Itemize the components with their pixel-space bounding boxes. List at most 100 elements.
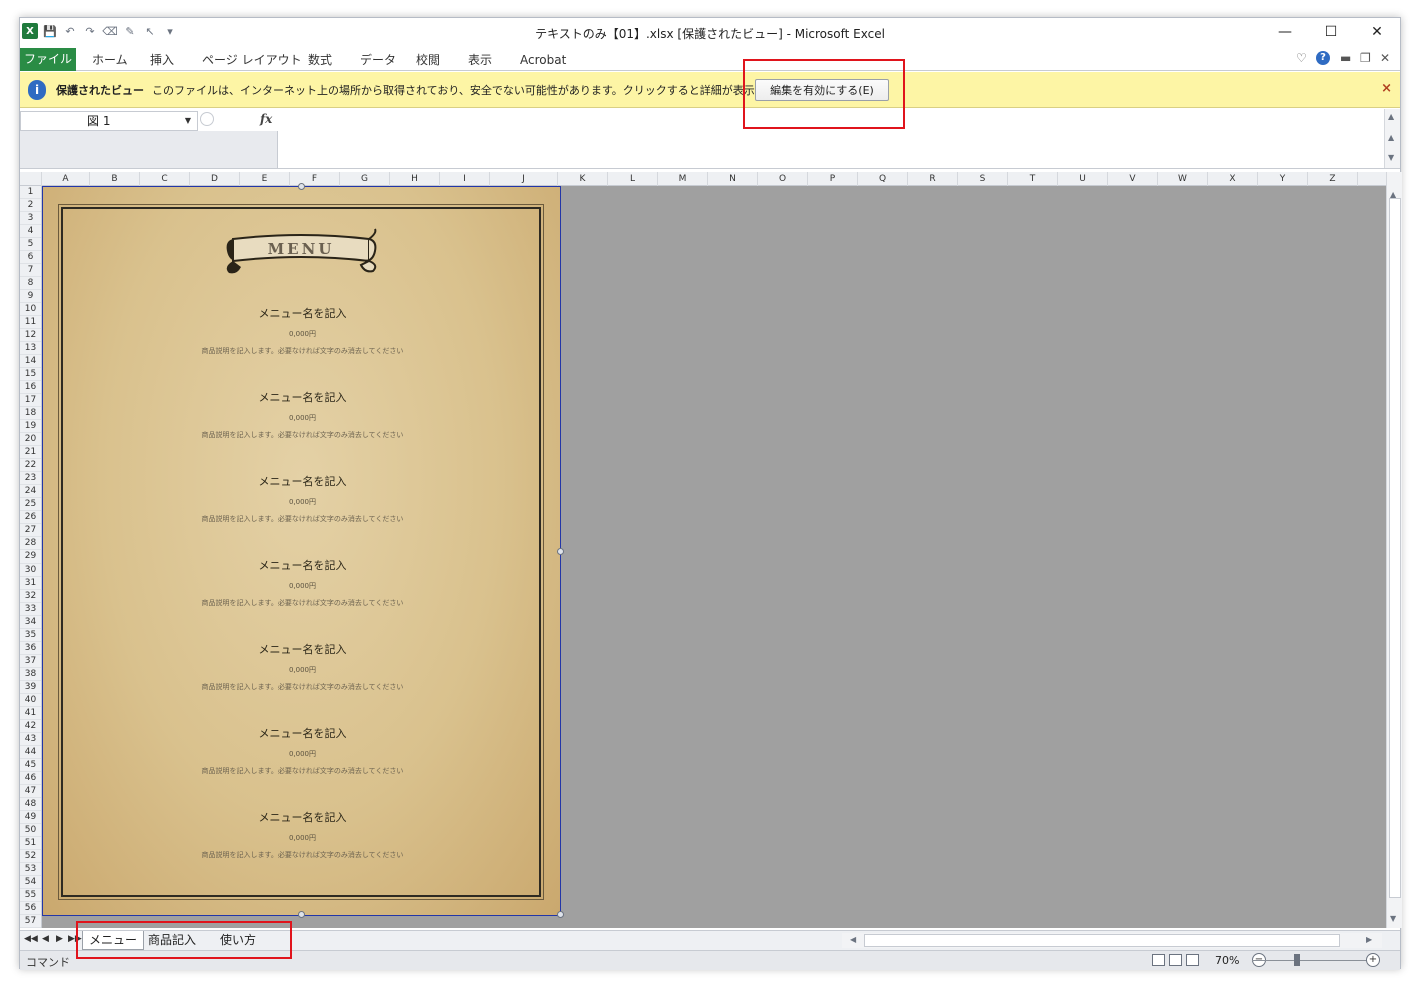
row-header[interactable]: 21 <box>20 446 41 460</box>
scroll-mid-icon[interactable]: ▲ <box>1388 133 1394 142</box>
row-header[interactable]: 28 <box>20 537 41 551</box>
column-header-x[interactable]: X <box>1208 172 1258 186</box>
chevron-down-icon[interactable]: ▼ <box>185 112 191 130</box>
minimize-button[interactable]: — <box>1262 18 1308 46</box>
scroll-left-icon[interactable]: ◀ <box>850 935 856 944</box>
column-header-o[interactable]: O <box>758 172 808 186</box>
column-header-p[interactable]: P <box>808 172 858 186</box>
column-header-e[interactable]: E <box>240 172 290 186</box>
row-header[interactable]: 33 <box>20 603 41 616</box>
column-header-c[interactable]: C <box>140 172 190 186</box>
row-header[interactable]: 5 <box>20 238 41 252</box>
row-header[interactable]: 9 <box>20 290 41 304</box>
page-break-view-icon[interactable] <box>1186 954 1199 966</box>
row-header[interactable]: 35 <box>20 629 41 642</box>
column-header-g[interactable]: G <box>340 172 390 186</box>
row-header[interactable]: 23 <box>20 472 41 486</box>
zoom-in-icon[interactable]: + <box>1366 953 1380 967</box>
row-header[interactable]: 19 <box>20 420 41 434</box>
column-header-r[interactable]: R <box>908 172 958 186</box>
row-header[interactable]: 52 <box>20 850 41 863</box>
row-header[interactable]: 49 <box>20 811 41 824</box>
row-header[interactable]: 26 <box>20 511 41 525</box>
column-header-j[interactable]: J <box>490 172 558 186</box>
row-header[interactable]: 14 <box>20 355 41 369</box>
worksheet-area[interactable]: MENU メニュー名を記入 0,000円 商品説明を記入します。必要なければ文字のみ… <box>42 183 1386 928</box>
row-header[interactable]: 56 <box>20 902 41 915</box>
menu-image[interactable]: MENU メニュー名を記入 0,000円 商品説明を記入します。必要なければ文字のみ… <box>42 186 561 916</box>
row-header[interactable]: 29 <box>20 550 41 564</box>
close-button[interactable]: ✕ <box>1354 18 1400 46</box>
row-header[interactable]: 17 <box>20 394 41 408</box>
scroll-up-icon[interactable]: ▲ <box>1388 112 1394 121</box>
column-header-y[interactable]: Y <box>1258 172 1308 186</box>
row-header[interactable]: 1 <box>20 186 41 200</box>
help-icon[interactable]: ? <box>1316 51 1330 65</box>
row-header[interactable]: 39 <box>20 681 41 694</box>
column-header-a[interactable]: A <box>42 172 90 186</box>
row-header[interactable]: 55 <box>20 889 41 902</box>
row-header[interactable]: 6 <box>20 251 41 265</box>
tab-insert[interactable]: 挿入 <box>146 49 178 71</box>
tab-data[interactable]: データ <box>356 49 400 71</box>
row-header[interactable]: 32 <box>20 590 41 603</box>
tab-review[interactable]: 校閲 <box>412 49 444 71</box>
row-header[interactable]: 16 <box>20 381 41 395</box>
row-header[interactable]: 27 <box>20 524 41 538</box>
name-box[interactable]: 図 1 ▼ <box>20 111 198 131</box>
row-header[interactable]: 43 <box>20 733 41 746</box>
row-header[interactable]: 34 <box>20 616 41 629</box>
row-header[interactable]: 57 <box>20 915 41 928</box>
row-header[interactable]: 51 <box>20 837 41 850</box>
maximize-button[interactable]: ☐ <box>1308 18 1354 46</box>
zoom-slider[interactable] <box>1252 960 1380 961</box>
formula-bar-scrollbar[interactable]: ▲ ▲ ▼ <box>1384 109 1400 168</box>
resize-handle-bottom[interactable] <box>298 911 305 918</box>
row-header[interactable]: 13 <box>20 342 41 356</box>
row-header[interactable]: 3 <box>20 212 41 226</box>
tab-formulas[interactable]: 数式 <box>304 49 336 71</box>
row-header[interactable]: 24 <box>20 485 41 499</box>
protected-view-message[interactable]: このファイルは、インターネット上の場所から取得されており、安全でない可能性があり… <box>152 82 809 98</box>
row-header[interactable]: 31 <box>20 577 41 590</box>
formula-bar-resize-icon[interactable] <box>200 112 214 126</box>
column-header-v[interactable]: V <box>1108 172 1158 186</box>
close-icon[interactable]: × <box>1381 81 1392 96</box>
row-header[interactable]: 20 <box>20 433 41 447</box>
row-header[interactable]: 15 <box>20 368 41 382</box>
workbook-minimize-icon[interactable]: ▬ <box>1340 51 1351 65</box>
column-header-w[interactable]: W <box>1158 172 1208 186</box>
column-header-b[interactable]: B <box>90 172 140 186</box>
row-header[interactable]: 44 <box>20 746 41 759</box>
column-header-d[interactable]: D <box>190 172 240 186</box>
row-header[interactable]: 47 <box>20 785 41 798</box>
first-sheet-icon[interactable]: ◀◀ <box>24 934 38 944</box>
scroll-right-icon[interactable]: ▶ <box>1366 935 1372 944</box>
row-header[interactable]: 48 <box>20 798 41 811</box>
row-header[interactable]: 7 <box>20 264 41 278</box>
page-layout-view-icon[interactable] <box>1169 954 1182 966</box>
column-header-l[interactable]: L <box>608 172 658 186</box>
row-header[interactable]: 42 <box>20 720 41 733</box>
column-header-u[interactable]: U <box>1058 172 1108 186</box>
next-sheet-icon[interactable]: ▶ <box>56 934 63 944</box>
vertical-scrollbar[interactable]: ▲ ▼ <box>1386 172 1402 928</box>
column-header-s[interactable]: S <box>958 172 1008 186</box>
insert-function-icon[interactable]: fx <box>260 112 272 126</box>
scrollbar-thumb[interactable] <box>1389 198 1401 898</box>
tab-home[interactable]: ホーム <box>88 49 132 71</box>
row-header[interactable]: 30 <box>20 564 41 577</box>
resize-handle-bottom-right[interactable] <box>557 911 564 918</box>
resize-handle-top[interactable] <box>298 183 305 190</box>
column-header-m[interactable]: M <box>658 172 708 186</box>
tab-page-layout[interactable]: ページ レイアウト <box>198 49 306 71</box>
row-header[interactable]: 38 <box>20 668 41 681</box>
row-header[interactable]: 11 <box>20 316 41 330</box>
resize-handle-right[interactable] <box>557 548 564 555</box>
row-header[interactable]: 36 <box>20 642 41 655</box>
column-header-k[interactable]: K <box>558 172 608 186</box>
column-header-i[interactable]: I <box>440 172 490 186</box>
scrollbar-thumb[interactable] <box>864 934 1340 947</box>
row-header[interactable]: 54 <box>20 876 41 889</box>
normal-view-icon[interactable] <box>1152 954 1165 966</box>
